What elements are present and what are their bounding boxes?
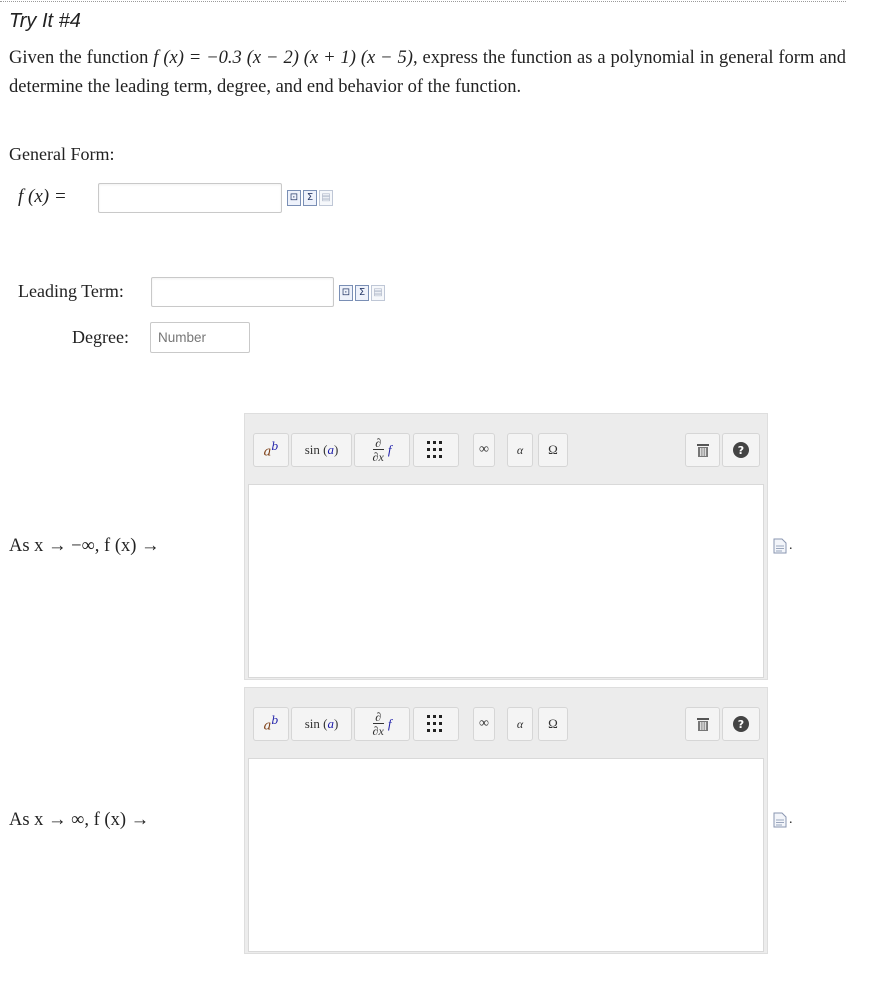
trash-button[interactable] bbox=[685, 707, 720, 741]
document-icon[interactable]: ▤ bbox=[319, 190, 333, 206]
trig-button[interactable]: sin (a) bbox=[291, 433, 352, 467]
greek-alpha-button[interactable]: α bbox=[507, 707, 533, 741]
preview-icon[interactable]: ⊡ bbox=[287, 190, 301, 206]
trig-button[interactable]: sin (a) bbox=[291, 707, 352, 741]
math-input-area-right-end[interactable] bbox=[248, 758, 764, 952]
document-icon[interactable] bbox=[773, 538, 787, 554]
function-expression: f (x) = −0.3 (x − 2) (x + 1) (x − 5) bbox=[153, 48, 413, 68]
period-mark: . bbox=[789, 538, 793, 553]
partial-derivative-button[interactable]: ∂ ∂x f bbox=[354, 707, 410, 741]
math-editor-right-end: ab sin (a) ∂ ∂x f ∞ α Ω ? bbox=[244, 687, 768, 954]
help-icon: ? bbox=[733, 716, 749, 732]
left-end-behavior-label: As x → −∞, f (x) → bbox=[9, 536, 160, 556]
help-button[interactable]: ? bbox=[722, 433, 760, 467]
matrix-button[interactable] bbox=[413, 707, 459, 741]
general-form-tools: ⊡ Σ ▤ bbox=[287, 190, 333, 206]
help-icon: ? bbox=[733, 442, 749, 458]
math-toolbar: ab sin (a) ∂ ∂x f ∞ α Ω ? bbox=[245, 414, 767, 482]
sigma-icon[interactable]: Σ bbox=[303, 190, 317, 206]
exponent-button[interactable]: ab bbox=[253, 433, 289, 467]
degree-label: Degree: bbox=[72, 327, 129, 347]
infinity-button[interactable]: ∞ bbox=[473, 707, 495, 741]
matrix-icon bbox=[427, 441, 442, 458]
period-mark: . bbox=[789, 812, 793, 827]
trash-icon bbox=[696, 444, 709, 457]
exponent-button[interactable]: ab bbox=[253, 707, 289, 741]
partial-derivative-button[interactable]: ∂ ∂x f bbox=[354, 433, 410, 467]
leading-term-label: Leading Term: bbox=[18, 281, 124, 301]
math-input-area-left-end[interactable] bbox=[248, 484, 764, 678]
preview-icon[interactable]: ⊡ bbox=[339, 285, 353, 301]
math-toolbar: ab sin (a) ∂ ∂x f ∞ α Ω ? bbox=[245, 688, 767, 756]
right-end-behavior-label: As x → ∞, f (x) → bbox=[9, 810, 150, 830]
general-form-label: General Form: bbox=[9, 144, 115, 164]
sigma-icon[interactable]: Σ bbox=[355, 285, 369, 301]
trash-button[interactable] bbox=[685, 433, 720, 467]
trash-icon bbox=[696, 718, 709, 731]
section-title: Try It #4 bbox=[9, 10, 81, 32]
document-icon[interactable]: ▤ bbox=[371, 285, 385, 301]
document-icon[interactable] bbox=[773, 812, 787, 828]
fx-label: f (x) = bbox=[18, 186, 67, 207]
top-divider bbox=[0, 1, 846, 2]
math-editor-left-end: ab sin (a) ∂ ∂x f ∞ α Ω ? bbox=[244, 413, 768, 680]
greek-omega-button[interactable]: Ω bbox=[538, 433, 568, 467]
greek-alpha-button[interactable]: α bbox=[507, 433, 533, 467]
infinity-button[interactable]: ∞ bbox=[473, 433, 495, 467]
leading-term-input[interactable] bbox=[151, 277, 334, 307]
general-form-input[interactable] bbox=[98, 183, 282, 213]
help-button[interactable]: ? bbox=[722, 707, 760, 741]
leading-term-tools: ⊡ Σ ▤ bbox=[339, 285, 385, 301]
matrix-icon bbox=[427, 715, 442, 732]
matrix-button[interactable] bbox=[413, 433, 459, 467]
greek-omega-button[interactable]: Ω bbox=[538, 707, 568, 741]
degree-input[interactable]: Number bbox=[150, 322, 250, 353]
problem-statement: Given the function f (x) = −0.3 (x − 2) … bbox=[9, 44, 846, 102]
problem-prefix: Given the function bbox=[9, 48, 154, 68]
